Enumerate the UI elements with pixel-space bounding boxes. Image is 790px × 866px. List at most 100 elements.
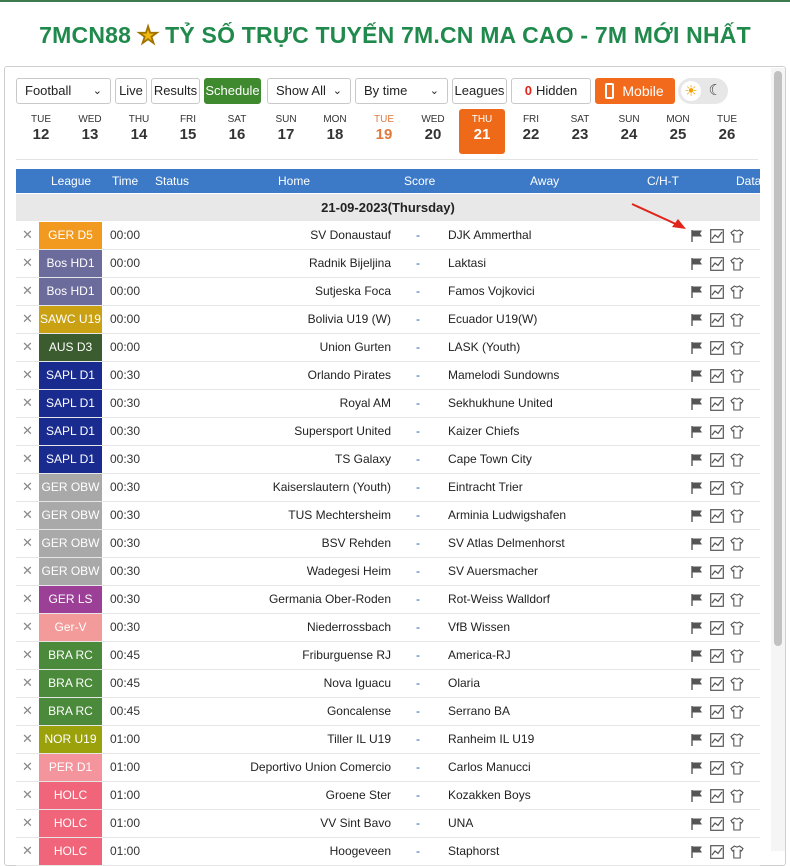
- date-tab[interactable]: SUN 17: [263, 109, 309, 151]
- match-score[interactable]: -: [416, 530, 420, 557]
- home-team[interactable]: Wadegesi Heim: [307, 558, 391, 585]
- match-score[interactable]: -: [416, 446, 420, 473]
- table-row[interactable]: ✕ BRA RC 00:45 Nova Iguacu - Olaria: [16, 670, 760, 698]
- league-badge[interactable]: GER D5: [39, 222, 102, 249]
- close-icon[interactable]: ✕: [22, 256, 33, 270]
- away-team[interactable]: SV Atlas Delmenhorst: [448, 530, 565, 557]
- date-tab-today[interactable]: THU 21: [459, 109, 505, 154]
- home-team[interactable]: Niederrossbach: [307, 614, 391, 641]
- hidden-button[interactable]: 0 Hidden: [511, 78, 591, 104]
- date-tab[interactable]: MON 18: [312, 109, 358, 151]
- shirt-icon[interactable]: [730, 453, 744, 467]
- shirt-icon[interactable]: [730, 369, 744, 383]
- shirt-icon[interactable]: [730, 341, 744, 355]
- flag-icon[interactable]: [690, 789, 704, 803]
- flag-icon[interactable]: [690, 761, 704, 775]
- shirt-icon[interactable]: [730, 789, 744, 803]
- away-team[interactable]: SV Auersmacher: [448, 558, 538, 585]
- flag-icon[interactable]: [690, 369, 704, 383]
- table-row[interactable]: ✕ BRA RC 00:45 Goncalense - Serrano BA: [16, 698, 760, 726]
- shirt-icon[interactable]: [730, 229, 744, 243]
- league-badge[interactable]: PER D1: [39, 754, 102, 781]
- league-badge[interactable]: GER OBW: [39, 558, 102, 585]
- chart-icon[interactable]: [710, 481, 724, 495]
- away-team[interactable]: Kozakken Boys: [448, 782, 531, 809]
- home-team[interactable]: Goncalense: [327, 698, 391, 725]
- home-team[interactable]: Supersport United: [294, 418, 391, 445]
- close-icon[interactable]: ✕: [22, 284, 33, 298]
- home-team[interactable]: Deportivo Union Comercio: [250, 754, 391, 781]
- table-row[interactable]: ✕ HOLC 01:00 Hoogeveen - Staphorst: [16, 838, 760, 866]
- close-icon[interactable]: ✕: [22, 452, 33, 466]
- close-icon[interactable]: ✕: [22, 620, 33, 634]
- sort-select[interactable]: By time ⌄: [355, 78, 448, 104]
- away-team[interactable]: Ranheim IL U19: [448, 726, 534, 753]
- close-icon[interactable]: ✕: [22, 312, 33, 326]
- away-team[interactable]: VfB Wissen: [448, 614, 510, 641]
- table-row[interactable]: ✕ Bos HD1 00:00 Radnik Bijeljina - Laktasi: [16, 250, 760, 278]
- match-score[interactable]: -: [416, 558, 420, 585]
- shirt-icon[interactable]: [730, 677, 744, 691]
- league-badge[interactable]: SAWC U19: [39, 306, 102, 333]
- col-time[interactable]: Time: [112, 169, 138, 193]
- chart-icon[interactable]: [710, 397, 724, 411]
- schedule-button[interactable]: Schedule: [204, 78, 261, 104]
- shirt-icon[interactable]: [730, 565, 744, 579]
- date-tab[interactable]: WED 20: [410, 109, 456, 151]
- home-team[interactable]: Kaiserslautern (Youth): [273, 474, 391, 501]
- match-score[interactable]: -: [416, 222, 420, 249]
- table-row[interactable]: ✕ BRA RC 00:45 Friburguense RJ - America-RJ: [16, 642, 760, 670]
- scrollbar[interactable]: [771, 68, 785, 851]
- league-badge[interactable]: SAPL D1: [39, 418, 102, 445]
- table-row[interactable]: ✕ NOR U19 01:00 Tiller IL U19- Ranheim IL U1…: [16, 726, 760, 754]
- home-team[interactable]: Radnik Bijeljina: [309, 250, 391, 277]
- away-team[interactable]: Arminia Ludwigshafen: [448, 502, 566, 529]
- flag-icon[interactable]: [690, 677, 704, 691]
- date-tab[interactable]: FRI 22: [508, 109, 554, 151]
- date-tab[interactable]: MON 25: [655, 109, 701, 151]
- mobile-button[interactable]: Mobile: [595, 78, 675, 104]
- away-team[interactable]: Rot-Weiss Walldorf: [448, 586, 550, 613]
- table-row[interactable]: ✕ GER OBW 00:30 Kaiserslautern (Youth) - Eint…: [16, 474, 760, 502]
- chart-icon[interactable]: [710, 453, 724, 467]
- home-team[interactable]: Royal AM: [340, 390, 391, 417]
- close-icon[interactable]: ✕: [22, 816, 33, 830]
- shirt-icon[interactable]: [730, 817, 744, 831]
- table-row[interactable]: ✕ PER D1 01:00 Deportivo Union Comercio - Car…: [16, 754, 760, 782]
- shirt-icon[interactable]: [730, 705, 744, 719]
- shirt-icon[interactable]: [730, 509, 744, 523]
- flag-icon[interactable]: [690, 397, 704, 411]
- match-score[interactable]: -: [416, 726, 420, 753]
- chart-icon[interactable]: [710, 705, 724, 719]
- chart-icon[interactable]: [710, 229, 724, 243]
- close-icon[interactable]: ✕: [22, 676, 33, 690]
- table-row[interactable]: ✕ SAPL D1 00:30 Supersport United - Kaizer Ch…: [16, 418, 760, 446]
- away-team[interactable]: Staphorst: [448, 838, 499, 865]
- table-row[interactable]: ✕ GER LS 00:30 Germania Ober-Roden - Rot-Weis…: [16, 586, 760, 614]
- away-team[interactable]: Mamelodi Sundowns: [448, 362, 559, 389]
- flag-icon[interactable]: [690, 341, 704, 355]
- table-row[interactable]: ✕ HOLC 01:00 VV Sint Bavo - UNA: [16, 810, 760, 838]
- date-tab[interactable]: FRI 15: [165, 109, 211, 151]
- chart-icon[interactable]: [710, 649, 724, 663]
- league-badge[interactable]: Bos HD1: [39, 278, 102, 305]
- close-icon[interactable]: ✕: [22, 732, 33, 746]
- table-row[interactable]: ✕ Bos HD1 00:00 Sutjeska Foca - Famos Vojkovi…: [16, 278, 760, 306]
- chart-icon[interactable]: [710, 733, 724, 747]
- away-team[interactable]: Sekhukhune United: [448, 390, 553, 417]
- shirt-icon[interactable]: [730, 761, 744, 775]
- away-team[interactable]: Kaizer Chiefs: [448, 418, 519, 445]
- table-row[interactable]: ✕ SAPL D1 00:30 Orlando Pirates - Mamelodi Su…: [16, 362, 760, 390]
- match-score[interactable]: -: [416, 306, 420, 333]
- home-team[interactable]: TS Galaxy: [335, 446, 391, 473]
- shirt-icon[interactable]: [730, 257, 744, 271]
- league-badge[interactable]: NOR U19: [39, 726, 102, 753]
- home-team[interactable]: Nova Iguacu: [324, 670, 391, 697]
- home-team[interactable]: TUS Mechtersheim: [288, 502, 391, 529]
- match-score[interactable]: -: [416, 334, 420, 361]
- league-badge[interactable]: Bos HD1: [39, 250, 102, 277]
- flag-icon[interactable]: [690, 537, 704, 551]
- flag-icon[interactable]: [690, 593, 704, 607]
- date-tab[interactable]: SAT 16: [214, 109, 260, 151]
- match-score[interactable]: -: [416, 418, 420, 445]
